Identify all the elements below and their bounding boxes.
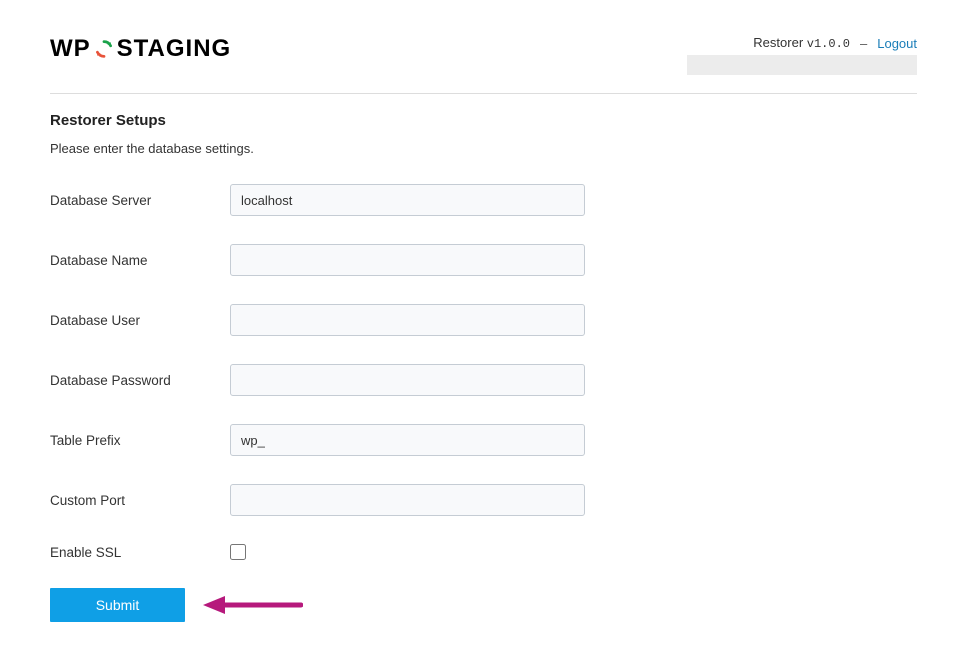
refresh-icon [93,38,115,60]
logout-link[interactable]: Logout [877,36,917,51]
enable-ssl-checkbox[interactable] [230,544,246,560]
redacted-bar [687,55,917,75]
header-meta: Restorer v1.0.0 – Logout [753,35,917,51]
row-database-server: Database Server [50,184,917,216]
custom-port-input[interactable] [230,484,585,516]
database-name-input[interactable] [230,244,585,276]
row-database-name: Database Name [50,244,917,276]
header-right: Restorer v1.0.0 – Logout [687,35,917,75]
header: WP STAGING Restorer v1.0.0 – Logout [50,35,917,75]
row-database-user: Database User [50,304,917,336]
row-custom-port: Custom Port [50,484,917,516]
row-database-password: Database Password [50,364,917,396]
database-server-input[interactable] [230,184,585,216]
row-enable-ssl: Enable SSL [50,544,917,560]
label-enable-ssl: Enable SSL [50,545,230,560]
label-table-prefix: Table Prefix [50,433,230,448]
separator: – [860,36,867,51]
arrow-icon [203,593,303,617]
label-custom-port: Custom Port [50,493,230,508]
label-database-user: Database User [50,313,230,328]
logo: WP STAGING [50,35,231,63]
row-table-prefix: Table Prefix [50,424,917,456]
section-subtitle: Please enter the database settings. [50,141,917,156]
app-label: Restorer v1.0.0 [753,35,850,51]
label-database-password: Database Password [50,373,230,388]
logo-text-right: STAGING [117,35,232,63]
table-prefix-input[interactable] [230,424,585,456]
version-text: v1.0.0 [807,37,850,51]
section-title: Restorer Setups [50,112,917,129]
database-user-input[interactable] [230,304,585,336]
database-password-input[interactable] [230,364,585,396]
label-database-name: Database Name [50,253,230,268]
header-divider [50,93,917,94]
logo-text-left: WP [50,35,91,63]
label-database-server: Database Server [50,193,230,208]
submit-button[interactable]: Submit [50,588,185,622]
submit-row: Submit [50,588,917,622]
